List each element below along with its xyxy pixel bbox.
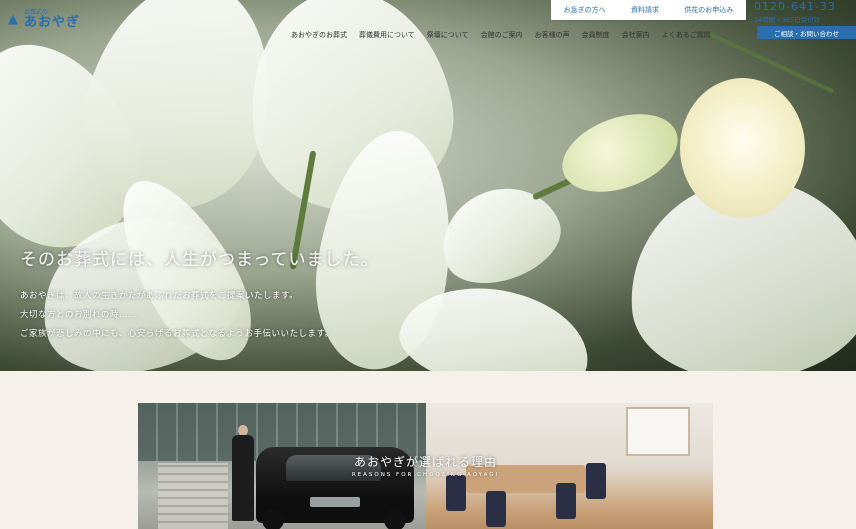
hero-headline: そのお葬式には、人生がつまっていました。 bbox=[20, 250, 379, 270]
phone-contact[interactable]: 0120-641-33 24時間・365日受付対 bbox=[754, 0, 836, 24]
hero-text-line: 大切な方とのお別れの時…… bbox=[20, 310, 137, 320]
nav-item-faq[interactable]: よくあるご質問 bbox=[656, 30, 717, 40]
nav-item-funeral[interactable]: あおやぎのお葬式 bbox=[285, 30, 353, 40]
consult-button[interactable]: ご相談・お問い合わせ bbox=[757, 26, 856, 39]
nav-item-halls[interactable]: 会館のご案内 bbox=[475, 30, 529, 40]
nav-item-cost[interactable]: 葬儀費用について bbox=[353, 30, 421, 40]
nav-item-altar[interactable]: 祭壇について bbox=[421, 30, 475, 40]
nav-item-company[interactable]: 会社案内 bbox=[616, 30, 656, 40]
reasons-banner[interactable]: あおやぎが選ばれる理由 REASONS FOR CHOOSING AOYAGI bbox=[138, 403, 713, 529]
reasons-title: あおやぎが選ばれる理由 bbox=[353, 455, 497, 469]
site-logo[interactable]: ▲ お葬式の あおやぎ bbox=[8, 10, 81, 30]
main-nav: あおやぎのお葬式 葬儀費用について 祭壇について 会館のご案内 お客様の声 会員… bbox=[285, 30, 717, 40]
logo-mark-icon: ▲ bbox=[8, 11, 18, 27]
flowers-link[interactable]: 供花のお申込み bbox=[684, 5, 733, 15]
nav-item-voices[interactable]: お客様の声 bbox=[529, 30, 576, 40]
phone-number: 0120-641-33 bbox=[754, 0, 836, 13]
phone-hours: 24時間・365日受付対 bbox=[754, 16, 821, 24]
nav-item-membership[interactable]: 会員制度 bbox=[576, 30, 616, 40]
urgent-link[interactable]: お急ぎの方へ bbox=[564, 5, 606, 15]
utility-links: お急ぎの方へ 資料請求 供花のお申込み bbox=[551, 0, 746, 20]
logo-name: あおやぎ bbox=[24, 15, 81, 30]
brochure-link[interactable]: 資料請求 bbox=[631, 5, 659, 15]
reasons-subtitle: REASONS FOR CHOOSING AOYAGI bbox=[351, 472, 500, 478]
hero-text-line: ご家族が悲しみの中にも、心安らげるお葬式となるようお手伝いいたします。 bbox=[20, 329, 334, 339]
hero-text-line: あおやぎは、故人の生きかたがあふれたお葬式をご提案いたします。 bbox=[20, 291, 299, 301]
header: ▲ お葬式の あおやぎ お急ぎの方へ 資料請求 供花のお申込み 0120-641… bbox=[0, 0, 856, 46]
